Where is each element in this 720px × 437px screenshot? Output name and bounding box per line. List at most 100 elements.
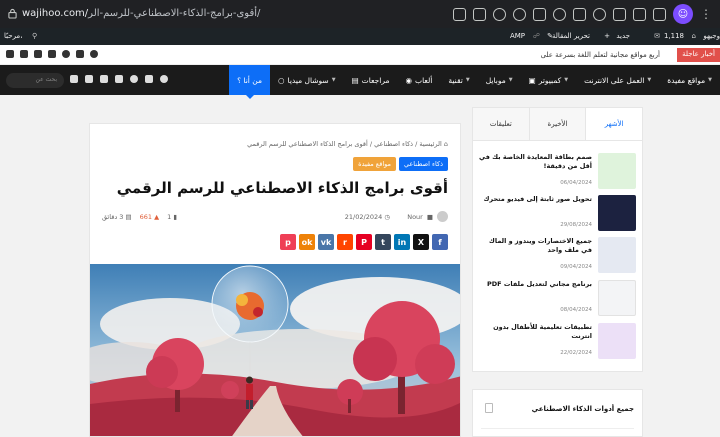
site-info-icon[interactable] — [8, 8, 17, 19]
nav-item-games[interactable]: ◉ ألعاب — [398, 65, 441, 95]
nav-label: سوشال ميديا — [287, 75, 329, 85]
share-facebook-button[interactable]: f — [432, 234, 448, 250]
reader-icon[interactable] — [453, 7, 466, 21]
share-pocket-button[interactable]: p — [280, 234, 296, 250]
list-item[interactable]: صمم بطاقة المعايدة الخاصة بك في أقل من د… — [478, 153, 636, 189]
translate-icon[interactable] — [473, 7, 486, 21]
chevron-down-icon: ▼ — [465, 77, 470, 83]
browser-toolbar: wajihoo.com/أقوى-برامج-الذكاء-الاصطناعي-… — [0, 0, 720, 28]
admin-edit[interactable]: تحرير المقالة — [552, 32, 590, 40]
share-pinterest-button[interactable]: P — [356, 234, 372, 250]
heart-icon[interactable] — [593, 7, 606, 21]
pinterest-icon[interactable] — [130, 75, 138, 83]
admin-new[interactable]: جديد — [616, 32, 630, 40]
telegram-icon[interactable] — [85, 75, 93, 83]
facebook-icon[interactable] — [90, 50, 98, 58]
post-date: 29/08/2024 — [560, 222, 592, 228]
instagram-icon[interactable] — [100, 75, 108, 83]
nav-item-mobile[interactable]: موبايل ▼ — [478, 65, 521, 95]
category-badge-ai[interactable]: ذكاء اصطناعي — [399, 157, 448, 171]
nav-item-reviews[interactable]: ▤ مراجعات — [344, 65, 398, 95]
nav-label: تقنية — [448, 75, 463, 85]
admin-amp[interactable]: AMP — [510, 32, 525, 40]
tiktok-icon[interactable] — [6, 50, 14, 58]
post-title[interactable]: جميع الاختصارات ويندوز و الماك في ملف وا… — [478, 237, 592, 255]
nav-label: موبايل — [485, 75, 506, 85]
share-x-button[interactable]: X — [413, 234, 429, 250]
tab-comments[interactable]: تعليقات — [472, 108, 529, 140]
list-item[interactable]: تحويل صور ثابتة إلى فيديو متحرك 29/08/20… — [478, 195, 636, 231]
admin-edit-icon[interactable]: ✎ — [547, 32, 553, 40]
post-thumbnail[interactable] — [598, 153, 636, 189]
hero-illustration — [90, 264, 460, 436]
admin-comments-count[interactable]: 1,118 — [664, 32, 684, 40]
admin-greeting[interactable]: مرحبًا، — [4, 32, 22, 40]
url-path: أقوى-برامج-الذكاء-الاصطناعي-للرسم-الر/ — [88, 8, 261, 19]
list-item[interactable]: برنامج مجاني لتعديل ملفات PDF 08/04/2024 — [478, 280, 636, 316]
nav-item-tech[interactable]: تقنية ▼ — [440, 65, 477, 95]
youtube-icon[interactable] — [115, 75, 123, 83]
author[interactable]: ■ Nour — [407, 211, 448, 222]
admin-home-icon[interactable]: ⌂ — [692, 32, 696, 40]
post-thumbnail[interactable] — [598, 195, 636, 231]
pinterest-icon[interactable] — [62, 50, 70, 58]
youtube-icon[interactable] — [48, 50, 56, 58]
breaking-news-text[interactable]: أربع مواقع مجانية لتعلم اللغة بسرعة على — [541, 51, 660, 59]
address-bar[interactable]: wajihoo.com/أقوى-برامج-الذكاء-الاصطناعي-… — [22, 8, 260, 19]
nav-item-useful-sites[interactable]: مواقع مفيدة ▼ — [659, 65, 720, 95]
admin-site-name[interactable]: وجيهو — [703, 32, 720, 40]
tiktok-icon[interactable] — [70, 75, 78, 83]
nav-item-about[interactable]: من أنا ؟ — [229, 65, 270, 99]
post-title[interactable]: صمم بطاقة المعايدة الخاصة بك في أقل من د… — [478, 153, 592, 171]
post-date: 09/04/2024 — [560, 264, 592, 270]
share-reddit-button[interactable]: r — [337, 234, 353, 250]
shield-icon[interactable] — [553, 7, 566, 21]
admin-comments-icon[interactable]: ✉ — [654, 32, 660, 40]
share-linkedin-button[interactable]: in — [394, 234, 410, 250]
x-icon[interactable] — [145, 75, 153, 83]
post-stats: ▮ 1 ▲ 661 ▤ 3 دقائق — [102, 213, 177, 221]
extension-icon[interactable] — [573, 7, 586, 21]
search-input[interactable]: بحث عن — [6, 73, 64, 88]
post-thumbnail[interactable] — [598, 280, 636, 316]
post-title[interactable]: تطبيقات تعليمية للأطفال بدون انترنت — [478, 323, 592, 341]
admin-plus-icon[interactable]: + — [604, 32, 610, 40]
nav-item-social-media[interactable]: ○ سوشال ميديا ▼ — [270, 65, 344, 95]
zoom-icon[interactable] — [513, 7, 526, 21]
share-tumblr-button[interactable]: t — [375, 234, 391, 250]
list-item[interactable]: جميع الاختصارات ويندوز و الماك في ملف وا… — [478, 237, 636, 273]
menu-icon[interactable]: ⋮ — [700, 7, 712, 21]
sidebar-icon[interactable] — [653, 7, 666, 21]
list-item[interactable]: تطبيقات تعليمية للأطفال بدون انترنت 22/0… — [478, 323, 636, 359]
nav-label: ألعاب — [415, 75, 433, 85]
share-vk-button[interactable]: vk — [318, 234, 334, 250]
tab-popular[interactable]: الأشهر — [585, 108, 642, 140]
post-title[interactable]: برنامج مجاني لتعديل ملفات PDF — [478, 280, 592, 289]
tab-latest[interactable]: الأخيرة — [528, 108, 586, 140]
category-badge-useful-sites[interactable]: مواقع مفيدة — [353, 157, 396, 171]
search-icon[interactable] — [493, 7, 506, 21]
post-thumbnail[interactable] — [598, 323, 636, 359]
home-icon[interactable]: ⌂ — [442, 140, 448, 148]
chevron-down-icon: ▼ — [564, 77, 569, 83]
post-thumbnail[interactable] — [598, 237, 636, 273]
facebook-icon[interactable] — [160, 75, 168, 83]
instagram-icon[interactable] — [34, 50, 42, 58]
profile-avatar[interactable]: ☺ — [673, 4, 693, 24]
admin-link-icon[interactable]: ☍ — [533, 32, 540, 40]
battery-icon[interactable] — [613, 7, 626, 21]
post-title[interactable]: تحويل صور ثابتة إلى فيديو متحرك — [478, 195, 592, 204]
admin-search-icon[interactable]: ⚲ — [32, 32, 37, 40]
x-icon[interactable] — [76, 50, 84, 58]
share-odnoklassniki-button[interactable]: ok — [299, 234, 315, 250]
breadcrumb-text[interactable]: الرئيسية / ذكاء اصطناعي / أقوى برامج الذ… — [247, 140, 442, 148]
review-icon: ▤ — [351, 75, 359, 85]
nav-item-online-work[interactable]: العمل على الانترنت ▼ — [576, 65, 659, 95]
telegram-icon[interactable] — [20, 50, 28, 58]
comments-stat[interactable]: ▮ 1 — [167, 213, 177, 221]
nav-item-computer[interactable]: ▣ كمبيوتر ▼ — [521, 65, 577, 95]
camera-icon[interactable] — [533, 7, 546, 21]
download-icon[interactable] — [633, 7, 646, 21]
gamepad-icon: ◉ — [405, 75, 413, 85]
views-stat: ▲ 661 — [140, 213, 160, 221]
